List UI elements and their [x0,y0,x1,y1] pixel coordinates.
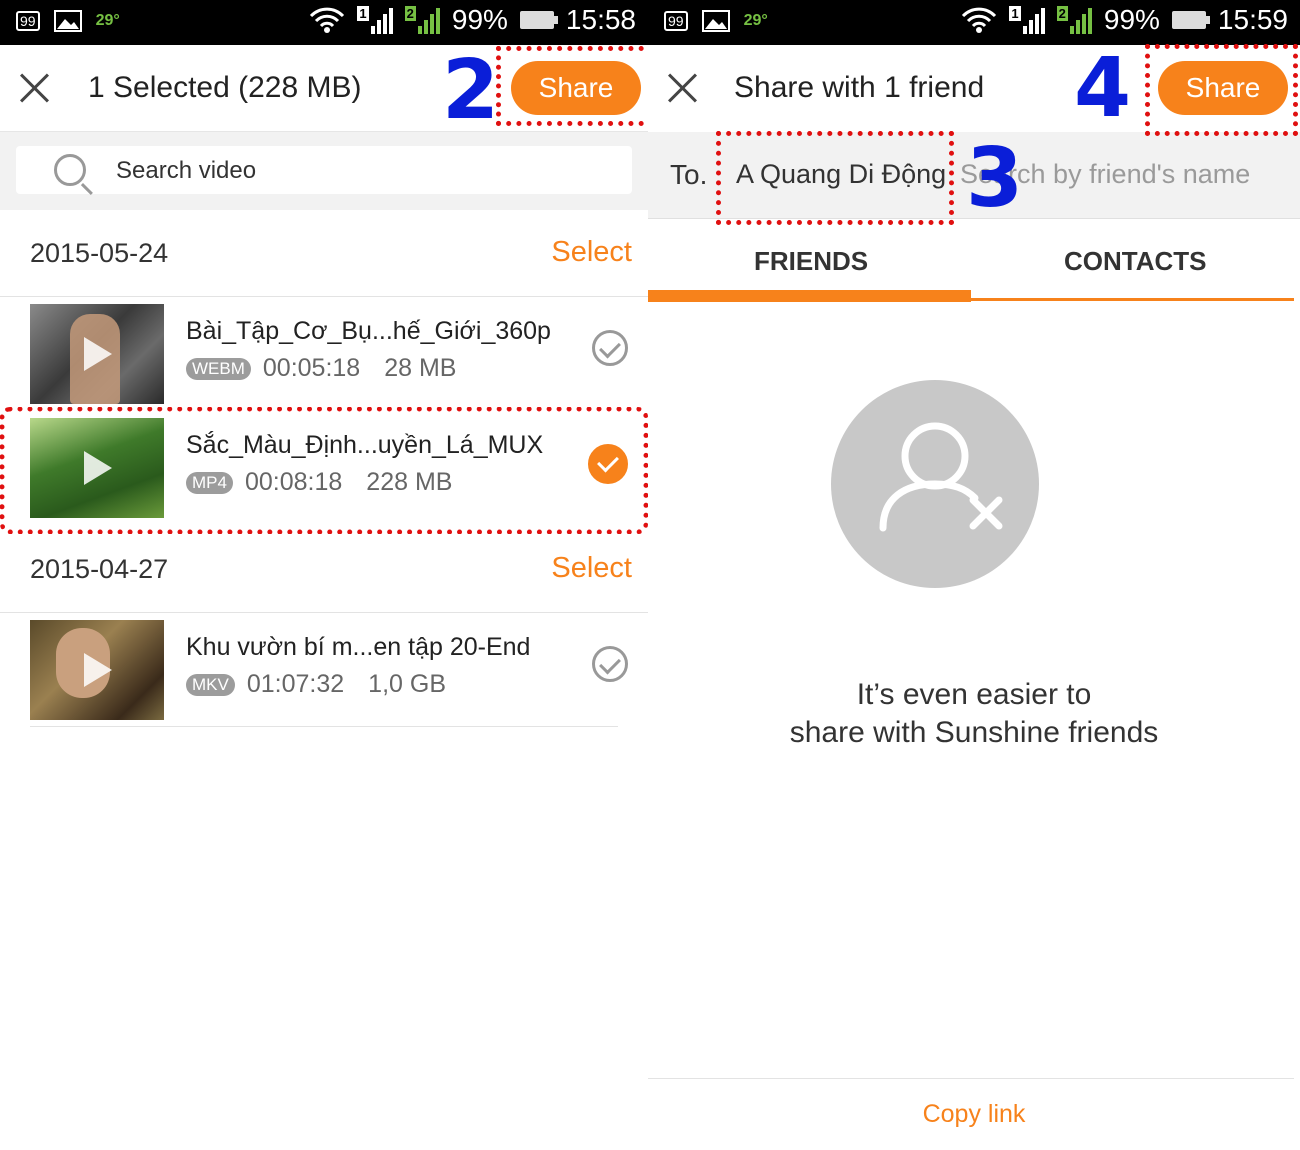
empty-state-line1: It’s even easier to [856,678,1092,711]
video-thumbnail [30,304,164,404]
video-duration: 00:05:18 [262,354,361,382]
app-notification-icon: 99 [16,11,40,31]
tab-contacts[interactable]: CONTACTS [1064,246,1207,277]
battery-percent: 99% [451,4,508,35]
active-tab-indicator [648,290,971,302]
copy-link-button[interactable]: Copy link [648,1100,1300,1129]
temperature: 29° [743,12,768,29]
share-friend-screen: 99 29° 1 2 99% 15:59 Share with 1 friend… [648,0,1300,1150]
play-icon [84,653,112,687]
to-label: To. [670,159,708,190]
tab-underline [971,298,1294,301]
annotation-box-4 [1145,44,1298,136]
sim2-label: 2 [1056,6,1068,21]
clock: 15:59 [1217,4,1288,35]
video-title: Bài_Tập_Cơ_Bụ...hế_Giới_360p [186,317,551,345]
tab-friends[interactable]: FRIENDS [754,246,868,277]
signal-sim1-icon [370,6,393,34]
gallery-icon [53,10,82,32]
date-header: 2015-04-27 Select [0,526,648,613]
sim1-label: 1 [1009,6,1021,21]
search-input[interactable]: Search video [16,146,632,194]
battery-icon [1171,11,1210,29]
status-bar: 99 29° 1 2 99% 15:58 [0,0,648,45]
temperature: 29° [95,12,120,29]
sim1-label: 1 [357,6,369,21]
date-header: 2015-05-24 Select [0,210,648,297]
video-title: Khu vườn bí m...en tập 20-End [186,633,531,661]
annotation-box-3 [716,131,954,225]
wifi-icon [962,7,997,33]
signal-sim1-icon [1022,6,1045,34]
video-thumbnail [30,620,164,720]
search-bar: Search video [0,132,648,210]
app-notification-icon: 99 [664,11,688,31]
video-list-item[interactable]: Bài_Tập_Cơ_Bụ...hế_Giới_360p WEBM 00:05:… [0,296,648,410]
select-checkbox[interactable] [592,330,628,366]
date-label: 2015-05-24 [30,238,169,268]
select-group-button[interactable]: Select [551,236,632,269]
close-icon[interactable] [666,71,700,105]
select-group-button[interactable]: Select [551,552,632,585]
video-size: 28 MB [384,354,457,382]
share-title: Share with 1 friend [734,71,985,104]
signal-sim2-icon [417,6,440,34]
battery-icon [519,11,558,29]
annotation-number-2: 2 [442,43,500,138]
remove-user-icon [879,422,1003,532]
play-icon [84,337,112,371]
format-badge: MKV [186,673,235,696]
annotation-box-2 [496,46,648,126]
no-friends-avatar [831,380,1039,588]
wifi-icon [310,7,345,33]
signal-sim2-icon [1069,6,1092,34]
close-icon[interactable] [18,71,52,105]
annotation-number-4: 4 [1074,41,1132,136]
search-placeholder: Search video [116,157,257,184]
status-bar: 99 29° 1 2 99% 15:59 [648,0,1300,45]
search-icon [54,154,86,186]
select-checkbox[interactable] [592,646,628,682]
annotation-box-1 [0,407,648,534]
battery-percent: 99% [1103,4,1160,35]
video-select-screen: 99 29° 1 2 99% 15:58 1 Selected (228 MB)… [0,0,648,1150]
date-label: 2015-04-27 [30,554,169,584]
format-badge: WEBM [186,357,251,380]
empty-state-message: It’s even easier to share with Sunshine … [648,676,1300,751]
divider [648,1078,1294,1079]
annotation-number-3: 3 [966,131,1024,226]
video-duration: 01:07:32 [246,670,345,698]
empty-state-line2: share with Sunshine friends [789,715,1159,749]
gallery-icon [701,10,730,32]
selection-title: 1 Selected (228 MB) [88,71,362,104]
sim2-label: 2 [404,6,416,21]
video-list-item[interactable]: Khu vườn bí m...en tập 20-End MKV 01:07:… [30,612,628,727]
video-size: 1,0 GB [368,670,446,698]
clock: 15:58 [565,4,636,35]
